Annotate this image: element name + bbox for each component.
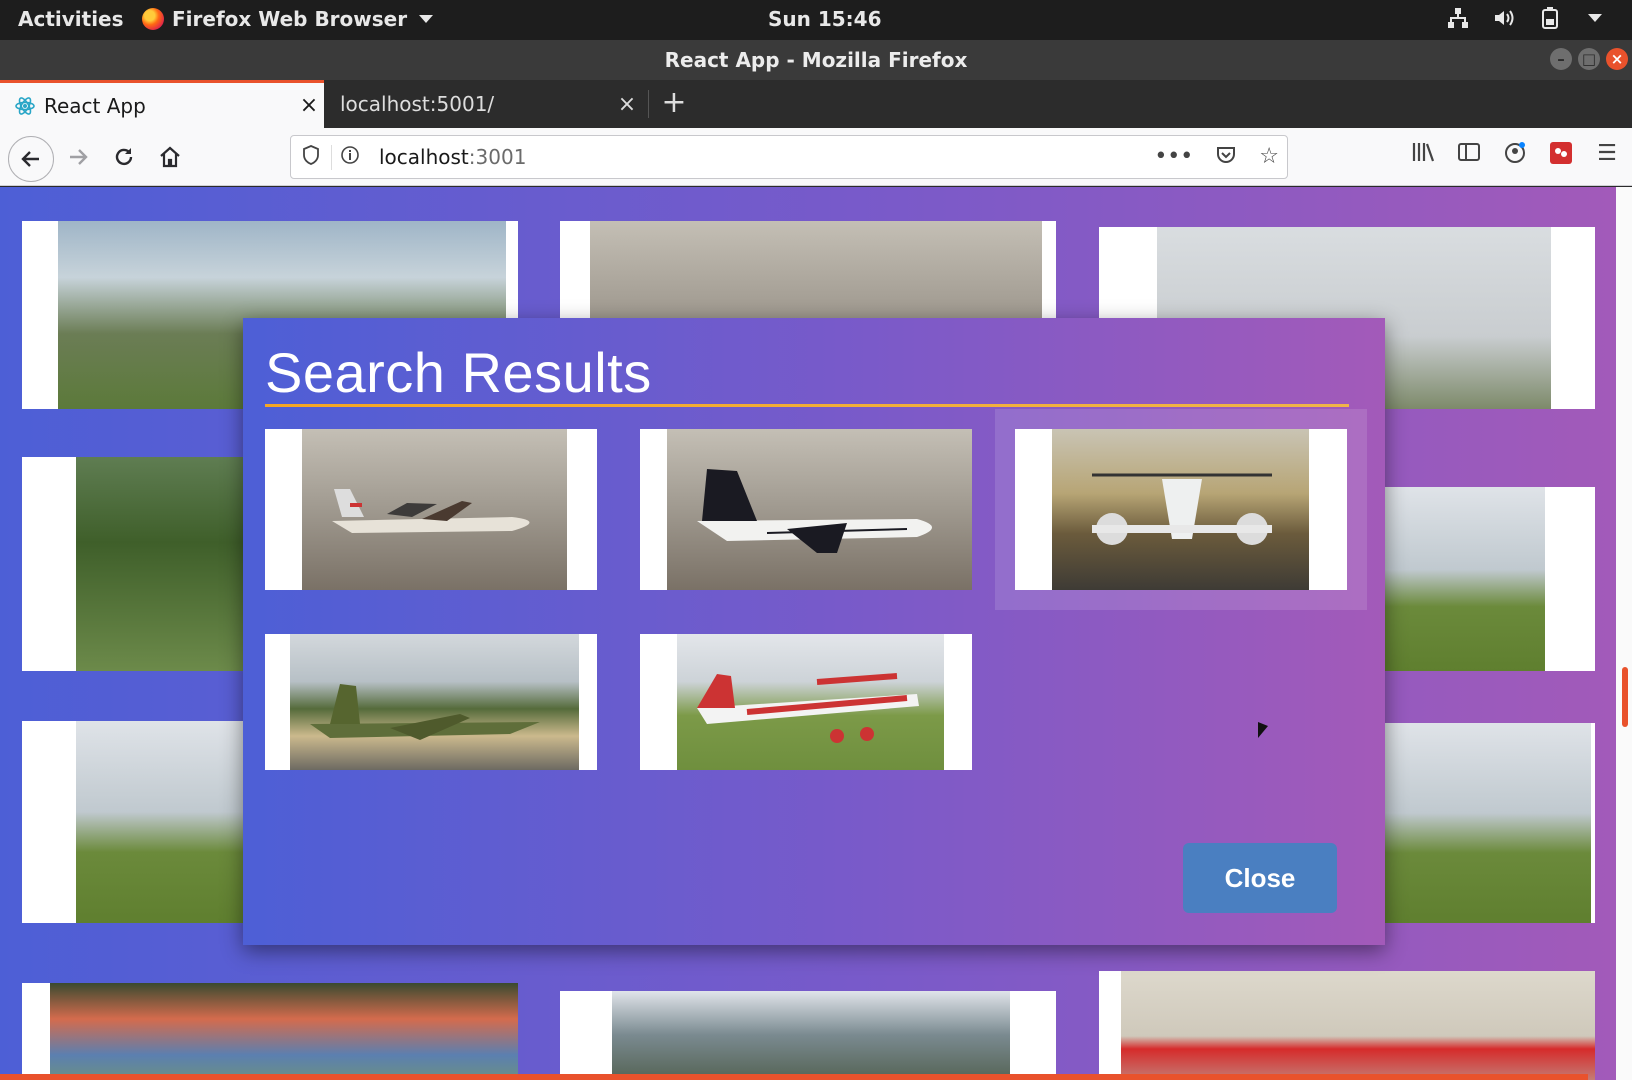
window-controls: – □ × [1550, 48, 1628, 70]
aircraft-photo [1385, 487, 1545, 671]
military-jet-icon [310, 684, 540, 740]
search-result-card[interactable] [265, 429, 597, 590]
search-result-photo [290, 634, 579, 770]
close-tab-icon[interactable]: × [294, 93, 324, 118]
activities-button[interactable]: Activities [18, 7, 124, 31]
tab-react-app[interactable]: React App × [0, 80, 324, 128]
search-result-photo [677, 634, 944, 770]
window-title: React App - Mozilla Firefox [664, 48, 968, 72]
system-tray[interactable] [1446, 6, 1602, 30]
light-aircraft-icon [697, 673, 919, 743]
tab-label: localhost:5001/ [340, 92, 495, 116]
aircraft-photo [1121, 971, 1595, 1080]
network-icon[interactable] [1446, 6, 1470, 30]
url-text[interactable]: localhost:3001 [379, 145, 526, 169]
tab-separator [648, 90, 649, 118]
back-button[interactable] [8, 136, 54, 182]
extension-icon[interactable] [1548, 141, 1574, 171]
search-result-photo [667, 429, 972, 590]
url-bar[interactable]: localhost:3001 ••• ☆ [290, 135, 1288, 179]
scrollbar-thumb[interactable] [1622, 667, 1628, 727]
mouse-cursor-icon [1258, 722, 1268, 738]
new-tab-button[interactable]: + [650, 80, 698, 128]
passenger-jet-icon [697, 469, 932, 553]
chevron-down-icon[interactable] [1588, 14, 1602, 22]
arrow-right-icon [70, 149, 88, 165]
forward-button[interactable] [58, 137, 98, 177]
gallery-card[interactable] [560, 991, 1056, 1080]
gallery-card[interactable] [1385, 723, 1595, 923]
aircraft-photo [50, 983, 518, 1080]
home-button[interactable] [150, 137, 190, 177]
chevron-down-icon [419, 15, 434, 23]
close-tab-icon[interactable]: × [612, 92, 642, 117]
title-underline [265, 404, 1349, 407]
close-window-icon[interactable]: × [1606, 48, 1628, 70]
system-top-bar: Activities Firefox Web Browser Sun 15:46 [0, 0, 1632, 40]
modal-title: Search Results [265, 341, 652, 404]
toolbar-right: ☰ [1410, 141, 1620, 171]
tab-label: React App [44, 93, 146, 118]
sidebar-icon[interactable] [1456, 141, 1482, 171]
page-load-bar [0, 1074, 1588, 1080]
gallery-card[interactable] [1385, 487, 1595, 671]
react-favicon-icon [14, 95, 36, 117]
search-result-card[interactable] [265, 634, 597, 770]
app-menu-label: Firefox Web Browser [172, 7, 408, 31]
home-icon [160, 146, 180, 168]
clock[interactable]: Sun 15:46 [768, 7, 882, 31]
search-result-card[interactable] [1015, 429, 1347, 590]
url-host: localhost [379, 145, 469, 169]
reload-button[interactable] [104, 137, 144, 177]
page-actions-icon[interactable]: ••• [1154, 144, 1193, 172]
tracking-shield-icon[interactable] [291, 144, 331, 170]
vertical-scrollbar[interactable] [1616, 187, 1632, 1080]
aircraft-photo [1385, 723, 1591, 923]
minimize-icon[interactable]: – [1550, 48, 1572, 70]
pocket-icon[interactable] [1215, 144, 1237, 172]
maximize-icon[interactable]: □ [1578, 48, 1600, 70]
search-results-modal: Search Results Close [243, 318, 1385, 945]
amphibious-jet-icon [332, 489, 530, 533]
url-port: :3001 [468, 145, 527, 169]
url-actions: ••• ☆ [1154, 144, 1279, 172]
search-result-card[interactable] [640, 634, 972, 770]
tab-strip: React App × localhost:5001/ × + [0, 80, 1632, 128]
library-icon[interactable] [1410, 141, 1436, 171]
account-icon[interactable] [1502, 141, 1528, 171]
site-info-icon[interactable] [331, 144, 367, 170]
arrow-left-icon [21, 151, 39, 167]
aircraft-photo [612, 991, 1010, 1080]
bookmark-star-icon[interactable]: ☆ [1259, 144, 1279, 172]
search-result-photo [1052, 429, 1309, 590]
firefox-logo-icon [142, 8, 164, 30]
close-button[interactable]: Close [1183, 843, 1337, 913]
search-result-card[interactable] [640, 429, 972, 590]
window-titlebar: React App - Mozilla Firefox – □ × [0, 40, 1632, 80]
tab-localhost-5001[interactable]: localhost:5001/ × [324, 80, 642, 128]
gallery-card[interactable] [22, 983, 518, 1080]
reload-icon [115, 148, 133, 166]
gallery-card[interactable] [1099, 971, 1595, 1080]
navigation-toolbar: localhost:3001 ••• ☆ ☰ [0, 128, 1632, 186]
volume-icon[interactable] [1492, 6, 1516, 30]
battery-icon[interactable] [1538, 6, 1562, 30]
search-result-photo [302, 429, 567, 590]
app-menu[interactable]: Firefox Web Browser [142, 7, 434, 31]
hamburger-menu-icon[interactable]: ☰ [1594, 141, 1620, 171]
twin-prop-aircraft-icon [1092, 473, 1272, 545]
